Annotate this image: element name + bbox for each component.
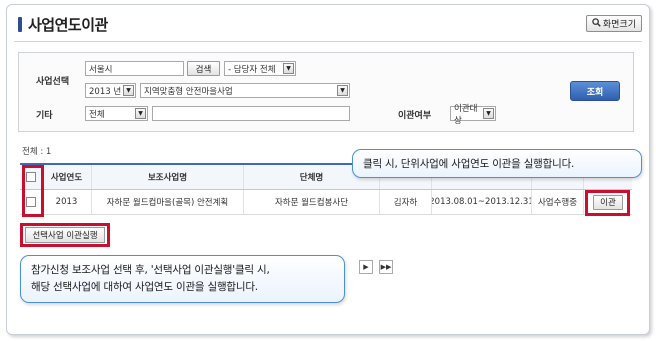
title-marker — [18, 16, 22, 32]
label-etc: 기타 — [36, 111, 53, 121]
etc-select-value: 전체 — [89, 109, 105, 120]
business-select[interactable]: 지역맞춤형 안전마을사업 ▼ — [140, 83, 350, 98]
year-select[interactable]: 2013 년 ▼ — [85, 83, 136, 98]
zoom-button[interactable]: 화면크기 — [585, 15, 642, 32]
column-subsidy-name: 보조사업명 — [92, 165, 244, 189]
query-button[interactable]: 조회 — [570, 81, 620, 101]
last-page-icon[interactable]: ▶▶ — [379, 260, 393, 274]
chevron-down-icon: ▼ — [123, 85, 134, 96]
total-count: 전체 : 1 — [22, 147, 52, 157]
zoom-label: 화면크기 — [602, 20, 636, 30]
transfer-button-highlight — [585, 190, 630, 216]
page-header: 사업연도이관 — [18, 14, 108, 34]
etc-select[interactable]: 전체 ▼ — [85, 106, 148, 121]
cell-period: 2013.08.01~2013.12.31 — [432, 190, 532, 214]
chevron-down-icon: ▼ — [337, 85, 348, 96]
manager-select-value: - 담당자 전체 — [228, 64, 276, 75]
checkbox-highlight — [22, 165, 44, 217]
magnifier-icon — [592, 17, 601, 30]
column-year: 사업연도 — [42, 165, 92, 189]
page-title: 사업연도이관 — [28, 15, 108, 34]
year-select-value: 2013 년 — [89, 86, 122, 97]
cell-year: 2013 — [42, 190, 92, 214]
bulk-transfer-button[interactable]: 선택사업 이관실행 — [25, 227, 105, 243]
callout-bulk-line1: 참가신청 보조사업 선택 후, '선택사업 이관실행'클릭 시, — [31, 264, 270, 276]
manager-select[interactable]: - 담당자 전체 ▼ — [224, 61, 296, 76]
chevron-down-icon: ▼ — [483, 108, 494, 119]
cell-subsidy-name: 자하문 월드컵마을(골목) 안전계획 — [92, 190, 244, 214]
callout-single-transfer: 클릭 시, 단위사업에 사업연도 이관을 실행합니다. — [352, 149, 642, 178]
title-divider — [14, 41, 642, 42]
label-business: 사업선택 — [36, 77, 70, 87]
city-input[interactable]: 서울시 — [85, 61, 184, 76]
search-button[interactable]: 검색 — [187, 61, 220, 76]
next-page-icon[interactable]: ▶ — [359, 260, 373, 274]
callout-bulk-transfer: 참가신청 보조사업 선택 후, '선택사업 이관실행'클릭 시, 해당 선택사업… — [20, 255, 345, 303]
cell-person: 김자하 — [380, 190, 432, 214]
transfer-select-value: 이관대상 — [454, 103, 478, 126]
etc-text-input[interactable] — [152, 106, 350, 121]
cell-status: 사업수행중 — [532, 190, 584, 214]
cell-org-name: 자하문 월드컵봉사단 — [244, 190, 380, 214]
callout-bulk-line2: 해당 선택사업에 대하여 사업연도 이관을 실행합니다. — [31, 281, 258, 293]
table-row: 2013 자하문 월드컵마을(골목) 안전계획 자하문 월드컵봉사단 김자하 2… — [20, 190, 632, 215]
chevron-down-icon: ▼ — [135, 108, 146, 119]
callout-single-text: 클릭 시, 단위사업에 사업연도 이관을 실행합니다. — [363, 158, 575, 170]
pager-right: ▶ ▶▶ — [359, 260, 393, 274]
chevron-down-icon: ▼ — [283, 63, 294, 74]
transfer-select[interactable]: 이관대상 ▼ — [450, 104, 496, 126]
label-transfer: 이관여부 — [398, 111, 432, 121]
business-select-value: 지역맞춤형 안전마을사업 — [144, 86, 233, 97]
